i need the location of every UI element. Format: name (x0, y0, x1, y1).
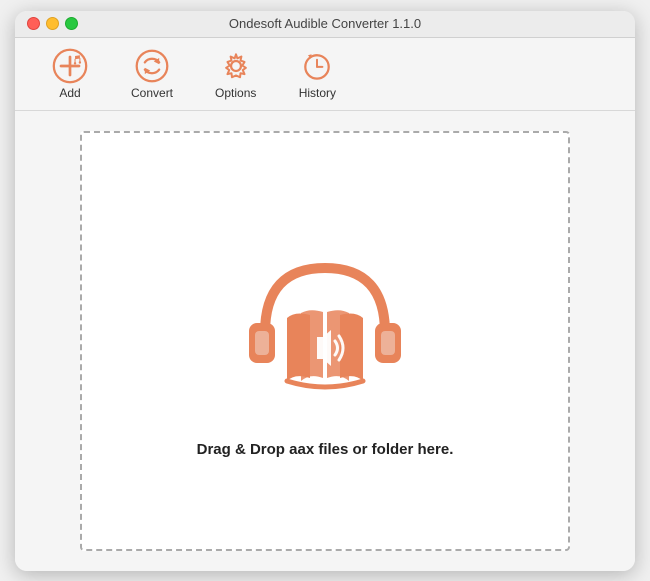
history-label: History (299, 86, 336, 100)
maximize-button[interactable] (65, 17, 78, 30)
history-button[interactable]: History (282, 44, 352, 104)
drop-zone-text: Drag & Drop aax files or folder here. (197, 441, 454, 458)
add-button[interactable]: Add (35, 44, 105, 104)
add-icon (52, 48, 88, 84)
title-bar: Ondesoft Audible Converter 1.1.0 (15, 11, 635, 38)
convert-button[interactable]: Convert (115, 44, 189, 104)
audiobook-icon (225, 223, 425, 423)
options-button[interactable]: Options (199, 44, 272, 104)
options-label: Options (215, 86, 256, 100)
main-content: Drag & Drop aax files or folder here. (15, 111, 635, 571)
options-icon (218, 48, 254, 84)
convert-label: Convert (131, 86, 173, 100)
close-button[interactable] (27, 17, 40, 30)
history-icon (299, 48, 335, 84)
convert-icon (134, 48, 170, 84)
drop-zone[interactable]: Drag & Drop aax files or folder here. (80, 131, 570, 551)
add-label: Add (59, 86, 80, 100)
minimize-button[interactable] (46, 17, 59, 30)
app-window: Ondesoft Audible Converter 1.1.0 (15, 11, 635, 571)
traffic-lights (27, 17, 78, 30)
window-title: Ondesoft Audible Converter 1.1.0 (229, 16, 421, 31)
toolbar: Add Convert (15, 38, 635, 111)
